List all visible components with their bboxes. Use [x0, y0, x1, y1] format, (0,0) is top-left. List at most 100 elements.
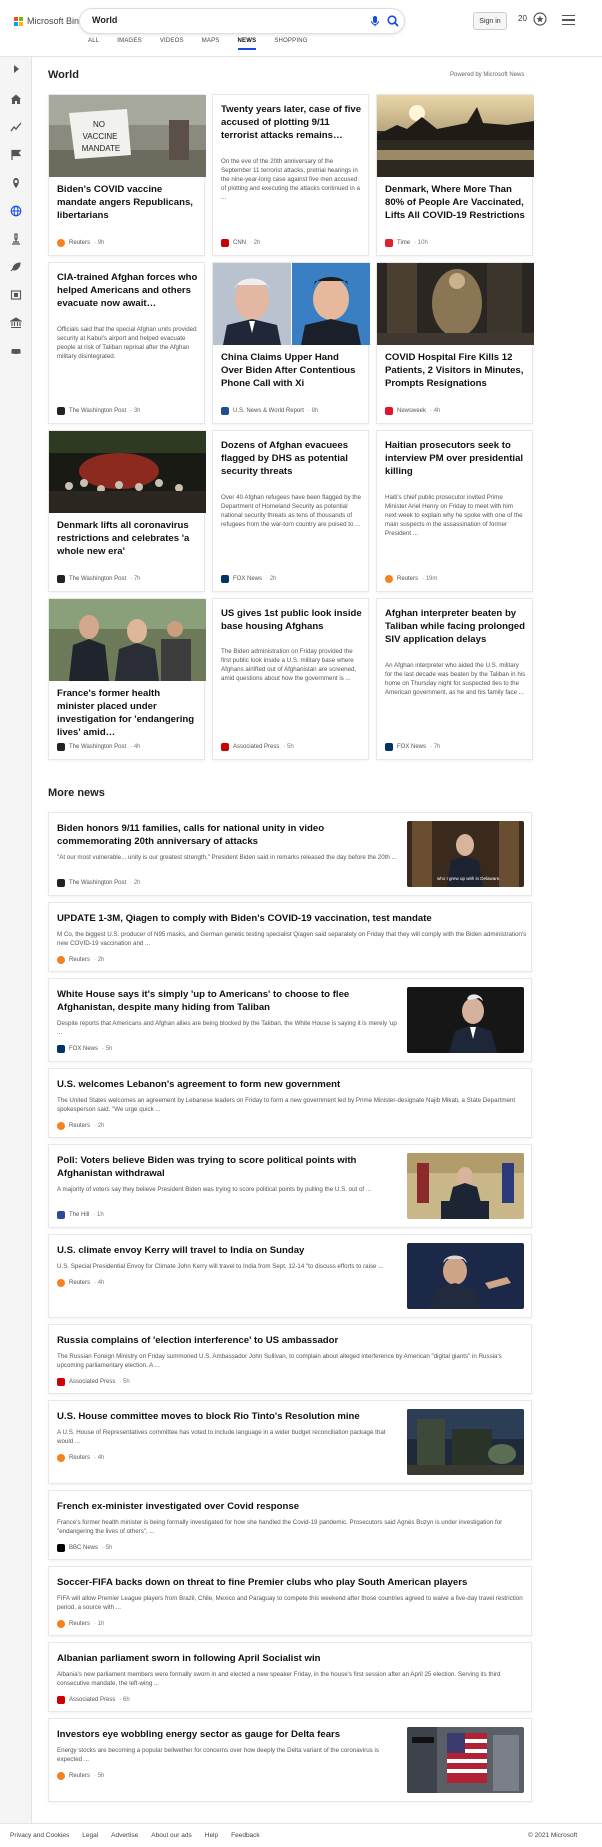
card-image [49, 599, 206, 681]
news-list-item[interactable]: Soccer-FIFA backs down on threat to fine… [48, 1566, 532, 1636]
rewards-medal-icon[interactable] [533, 11, 547, 27]
hamburger-menu-icon[interactable] [562, 15, 575, 26]
news-list-item[interactable]: Investors eye wobbling energy sector as … [48, 1718, 532, 1802]
news-source: Reuters · 4h [57, 1454, 104, 1462]
location-pin-icon[interactable] [10, 177, 22, 189]
search-icon[interactable] [386, 14, 400, 28]
card-title[interactable]: Denmark lifts all coronavirus restrictio… [57, 519, 198, 558]
bbc-news-logo-icon [57, 1544, 65, 1552]
microphone-icon[interactable] [368, 14, 382, 28]
tab-shopping[interactable]: SHOPPING [274, 38, 307, 50]
card-source: The Washington Post · 3h [57, 407, 141, 415]
microscope-icon[interactable] [10, 233, 22, 245]
news-title[interactable]: UPDATE 1-3M, Qiagen to comply with Biden… [57, 912, 527, 925]
news-list-item[interactable]: Russia complains of 'election interferen… [48, 1324, 532, 1394]
home-icon[interactable] [10, 93, 22, 105]
flag-icon[interactable] [10, 149, 22, 161]
card-title[interactable]: Twenty years later, case of five accused… [221, 103, 362, 142]
news-card[interactable]: Denmark lifts all coronavirus restrictio… [48, 430, 206, 592]
tab-images[interactable]: IMAGES [117, 38, 142, 50]
news-title[interactable]: Investors eye wobbling energy sector as … [57, 1728, 397, 1741]
tab-videos[interactable]: VIDEOS [160, 38, 184, 50]
news-card[interactable]: Denmark, Where More Than 80% of People A… [376, 94, 534, 256]
washington-post-logo-icon [57, 407, 65, 415]
news-title[interactable]: French ex-minister investigated over Cov… [57, 1500, 527, 1513]
news-snippet: Despite reports that Americans and Afgha… [57, 1020, 397, 1036]
footer-link-feedback[interactable]: Feedback [231, 1832, 260, 1839]
news-title[interactable]: Russia complains of 'election interferen… [57, 1334, 527, 1347]
footer-link-privacy[interactable]: Privacy and Cookies [10, 1832, 69, 1839]
globe-icon[interactable] [10, 205, 22, 217]
news-card[interactable]: COVID Hospital Fire Kills 12 Patients, 2… [376, 262, 534, 424]
search-tabs: ALL IMAGES VIDEOS MAPS NEWS SHOPPING [88, 38, 326, 50]
news-list-item[interactable]: U.S. climate envoy Kerry will travel to … [48, 1234, 532, 1318]
news-card[interactable]: Haitian prosecutors seek to interview PM… [376, 430, 533, 592]
news-card[interactable]: China Claims Upper Hand Over Biden After… [212, 262, 370, 424]
card-title[interactable]: CIA-trained Afghan forces who helped Ame… [57, 271, 198, 310]
news-card[interactable]: Afghan interpreter beaten by Taliban whi… [376, 598, 533, 760]
news-list-item[interactable]: UPDATE 1-3M, Qiagen to comply with Biden… [48, 902, 532, 972]
news-list-item[interactable]: Biden honors 9/11 families, calls for na… [48, 812, 532, 896]
news-source: Associated Press · 6h [57, 1696, 130, 1704]
card-title[interactable]: US gives 1st public look inside base hou… [221, 607, 362, 633]
film-icon[interactable] [10, 289, 22, 301]
news-title[interactable]: U.S. House committee moves to block Rio … [57, 1410, 397, 1423]
header-divider [0, 56, 602, 57]
news-title[interactable]: Albanian parliament sworn in following A… [57, 1652, 527, 1665]
news-card[interactable]: CIA-trained Afghan forces who helped Ame… [48, 262, 205, 424]
news-title[interactable]: Biden honors 9/11 families, calls for na… [57, 822, 397, 848]
news-card[interactable]: Twenty years later, case of five accused… [212, 94, 369, 256]
powered-by-label[interactable]: Powered by Microsoft News [450, 72, 524, 78]
news-title[interactable]: Soccer-FIFA backs down on threat to fine… [57, 1576, 527, 1589]
news-list-item[interactable]: French ex-minister investigated over Cov… [48, 1490, 532, 1560]
footer-link-about-ads[interactable]: About our ads [151, 1832, 191, 1839]
more-news-title: More news [48, 787, 105, 799]
news-title[interactable]: U.S. welcomes Lebanon's agreement to for… [57, 1078, 527, 1091]
bank-icon[interactable] [10, 317, 22, 329]
card-title[interactable]: China Claims Upper Hand Over Biden After… [221, 351, 362, 390]
card-snippet: The Biden administration on Friday provi… [221, 648, 357, 682]
footer-links: Privacy and Cookies Legal Advertise Abou… [10, 1832, 273, 1839]
fox-news-logo-icon [385, 743, 393, 751]
card-title[interactable]: France's former health minister placed u… [57, 687, 198, 739]
card-title[interactable]: Biden's COVID vaccine mandate angers Rep… [57, 183, 198, 222]
tab-maps[interactable]: MAPS [202, 38, 220, 50]
footer-link-help[interactable]: Help [205, 1832, 218, 1839]
card-title[interactable]: Haitian prosecutors seek to interview PM… [385, 439, 526, 478]
card-title[interactable]: Dozens of Afghan evacuees flagged by DHS… [221, 439, 362, 478]
news-card[interactable]: US gives 1st public look inside base hou… [212, 598, 369, 760]
news-list-item[interactable]: Poll: Voters believe Biden was trying to… [48, 1144, 532, 1228]
card-source: CNN · 2h [221, 239, 260, 247]
time-logo-icon [385, 239, 393, 247]
news-list-item[interactable]: U.S. House committee moves to block Rio … [48, 1400, 532, 1484]
news-source: Associated Press · 5h [57, 1378, 130, 1386]
news-title[interactable]: Poll: Voters believe Biden was trying to… [57, 1154, 397, 1180]
news-list-item[interactable]: U.S. welcomes Lebanon's agreement to for… [48, 1068, 532, 1138]
news-card[interactable]: NO VACCINE MANDATE Biden's COVID vaccine… [48, 94, 206, 256]
news-card[interactable]: France's former health minister placed u… [48, 598, 206, 760]
tab-all[interactable]: ALL [88, 38, 99, 50]
card-title[interactable]: Denmark, Where More Than 80% of People A… [385, 183, 526, 222]
news-thumbnail [407, 1727, 524, 1793]
footer-link-advertise[interactable]: Advertise [111, 1832, 138, 1839]
trending-icon[interactable] [10, 121, 22, 133]
rewards-points[interactable]: 20 [518, 14, 527, 23]
tab-news[interactable]: NEWS [237, 38, 257, 50]
expand-icon[interactable] [10, 63, 22, 75]
footer-link-legal[interactable]: Legal [82, 1832, 98, 1839]
news-card[interactable]: Dozens of Afghan evacuees flagged by DHS… [212, 430, 369, 592]
car-icon[interactable] [10, 345, 22, 357]
card-title[interactable]: Afghan interpreter beaten by Taliban whi… [385, 607, 526, 646]
card-image: NO VACCINE MANDATE [49, 95, 206, 177]
search-query[interactable]: World [92, 15, 117, 25]
sign-in-button[interactable]: Sign in [473, 12, 507, 30]
news-title[interactable]: White House says it's simply 'up to Amer… [57, 988, 397, 1014]
bing-logo[interactable]: Microsoft Bing [14, 16, 84, 26]
news-list-item[interactable]: White House says it's simply 'up to Amer… [48, 978, 532, 1062]
news-list-item[interactable]: Albanian parliament sworn in following A… [48, 1642, 532, 1712]
rocket-icon[interactable] [10, 261, 22, 273]
news-title[interactable]: U.S. climate envoy Kerry will travel to … [57, 1244, 397, 1257]
news-snippet: U.S. Special Presidential Envoy for Clim… [57, 1263, 384, 1270]
search-input[interactable]: World [80, 9, 404, 33]
card-title[interactable]: COVID Hospital Fire Kills 12 Patients, 2… [385, 351, 526, 390]
